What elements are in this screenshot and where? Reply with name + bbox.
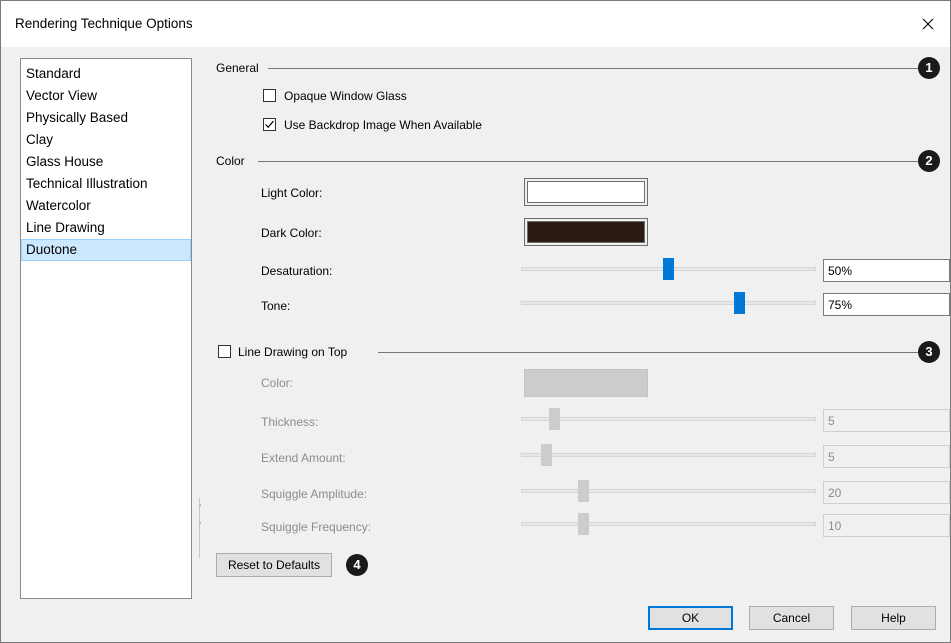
general-section-label: General [216, 61, 259, 75]
dark-color-label: Dark Color: [261, 226, 322, 240]
light-color-swatch[interactable] [524, 178, 648, 206]
frequency-label: Squiggle Frequency: [261, 520, 372, 534]
tone-input[interactable] [823, 293, 950, 316]
close-icon [922, 18, 934, 30]
splitter-grip[interactable] [199, 504, 201, 506]
technique-list-item[interactable]: Line Drawing [21, 217, 191, 239]
thickness-slider-thumb[interactable] [549, 408, 561, 430]
dialog-title: Rendering Technique Options [15, 16, 193, 31]
callout-badge-4: 4 [346, 554, 368, 576]
callout-badge-1: 1 [918, 57, 940, 79]
amplitude-input[interactable] [823, 481, 950, 504]
general-divider [268, 68, 918, 69]
backdrop-checkbox[interactable] [263, 118, 276, 131]
desaturation-input[interactable] [823, 259, 950, 282]
light-color-fill [527, 181, 645, 203]
close-button[interactable] [914, 10, 942, 38]
opaque-glass-label: Opaque Window Glass [284, 89, 407, 103]
frequency-slider-track[interactable] [521, 522, 816, 526]
thickness-input[interactable] [823, 409, 950, 432]
thickness-label: Thickness: [261, 415, 319, 429]
extend-slider-thumb[interactable] [540, 444, 552, 466]
dark-color-swatch[interactable] [524, 218, 648, 246]
splitter-line [199, 498, 200, 558]
reset-defaults-button[interactable]: Reset to Defaults [216, 553, 332, 577]
technique-list-item[interactable]: Watercolor [21, 195, 191, 217]
technique-list-item[interactable]: Glass House [21, 151, 191, 173]
backdrop-label: Use Backdrop Image When Available [284, 118, 482, 132]
technique-list[interactable]: Standard Vector View Physically Based Clay G… [20, 58, 192, 599]
frequency-input[interactable] [823, 514, 950, 537]
technique-list-item[interactable]: Clay [21, 129, 191, 151]
line-drawing-label: Line Drawing on Top [238, 345, 348, 359]
thickness-slider-track[interactable] [521, 417, 816, 421]
title-bar: Rendering Technique Options [1, 1, 950, 47]
callout-badge-2: 2 [918, 150, 940, 172]
amplitude-slider-thumb[interactable] [577, 480, 589, 502]
callout-badge-3: 3 [918, 341, 940, 363]
line-drawing-checkbox[interactable] [218, 345, 231, 358]
tone-slider-track[interactable] [521, 301, 816, 305]
desaturation-slider-thumb[interactable] [663, 258, 674, 280]
line-color-label: Color: [261, 376, 294, 390]
tone-slider-thumb[interactable] [734, 292, 745, 314]
line-color-swatch[interactable] [524, 369, 648, 397]
amplitude-slider-track[interactable] [521, 489, 816, 493]
opaque-glass-checkbox[interactable] [263, 89, 276, 102]
color-section-label: Color [216, 154, 245, 168]
cancel-button[interactable]: Cancel [749, 606, 834, 630]
amplitude-label: Squiggle Amplitude: [261, 487, 368, 501]
technique-list-item[interactable]: Technical Illustration [21, 173, 191, 195]
line-drawing-divider [378, 352, 918, 353]
extend-label: Extend Amount: [261, 451, 346, 465]
frequency-slider-thumb[interactable] [577, 513, 589, 535]
desaturation-label: Desaturation: [261, 264, 333, 278]
light-color-label: Light Color: [261, 186, 323, 200]
ok-button[interactable]: OK [648, 606, 733, 630]
technique-list-item[interactable]: Vector View [21, 85, 191, 107]
extend-input[interactable] [823, 445, 950, 468]
tone-label: Tone: [261, 299, 291, 313]
color-divider [258, 161, 918, 162]
dark-color-fill [527, 221, 645, 243]
technique-list-item[interactable]: Standard [21, 63, 191, 85]
help-button[interactable]: Help [851, 606, 936, 630]
technique-list-item[interactable]: Duotone [21, 239, 191, 261]
technique-list-item[interactable]: Physically Based [21, 107, 191, 129]
line-color-fill [525, 370, 647, 396]
extend-slider-track[interactable] [521, 453, 816, 457]
splitter-grip[interactable] [199, 522, 201, 524]
dialog-window: Rendering Technique Options Standard Vect… [0, 0, 951, 643]
check-icon [265, 120, 274, 129]
